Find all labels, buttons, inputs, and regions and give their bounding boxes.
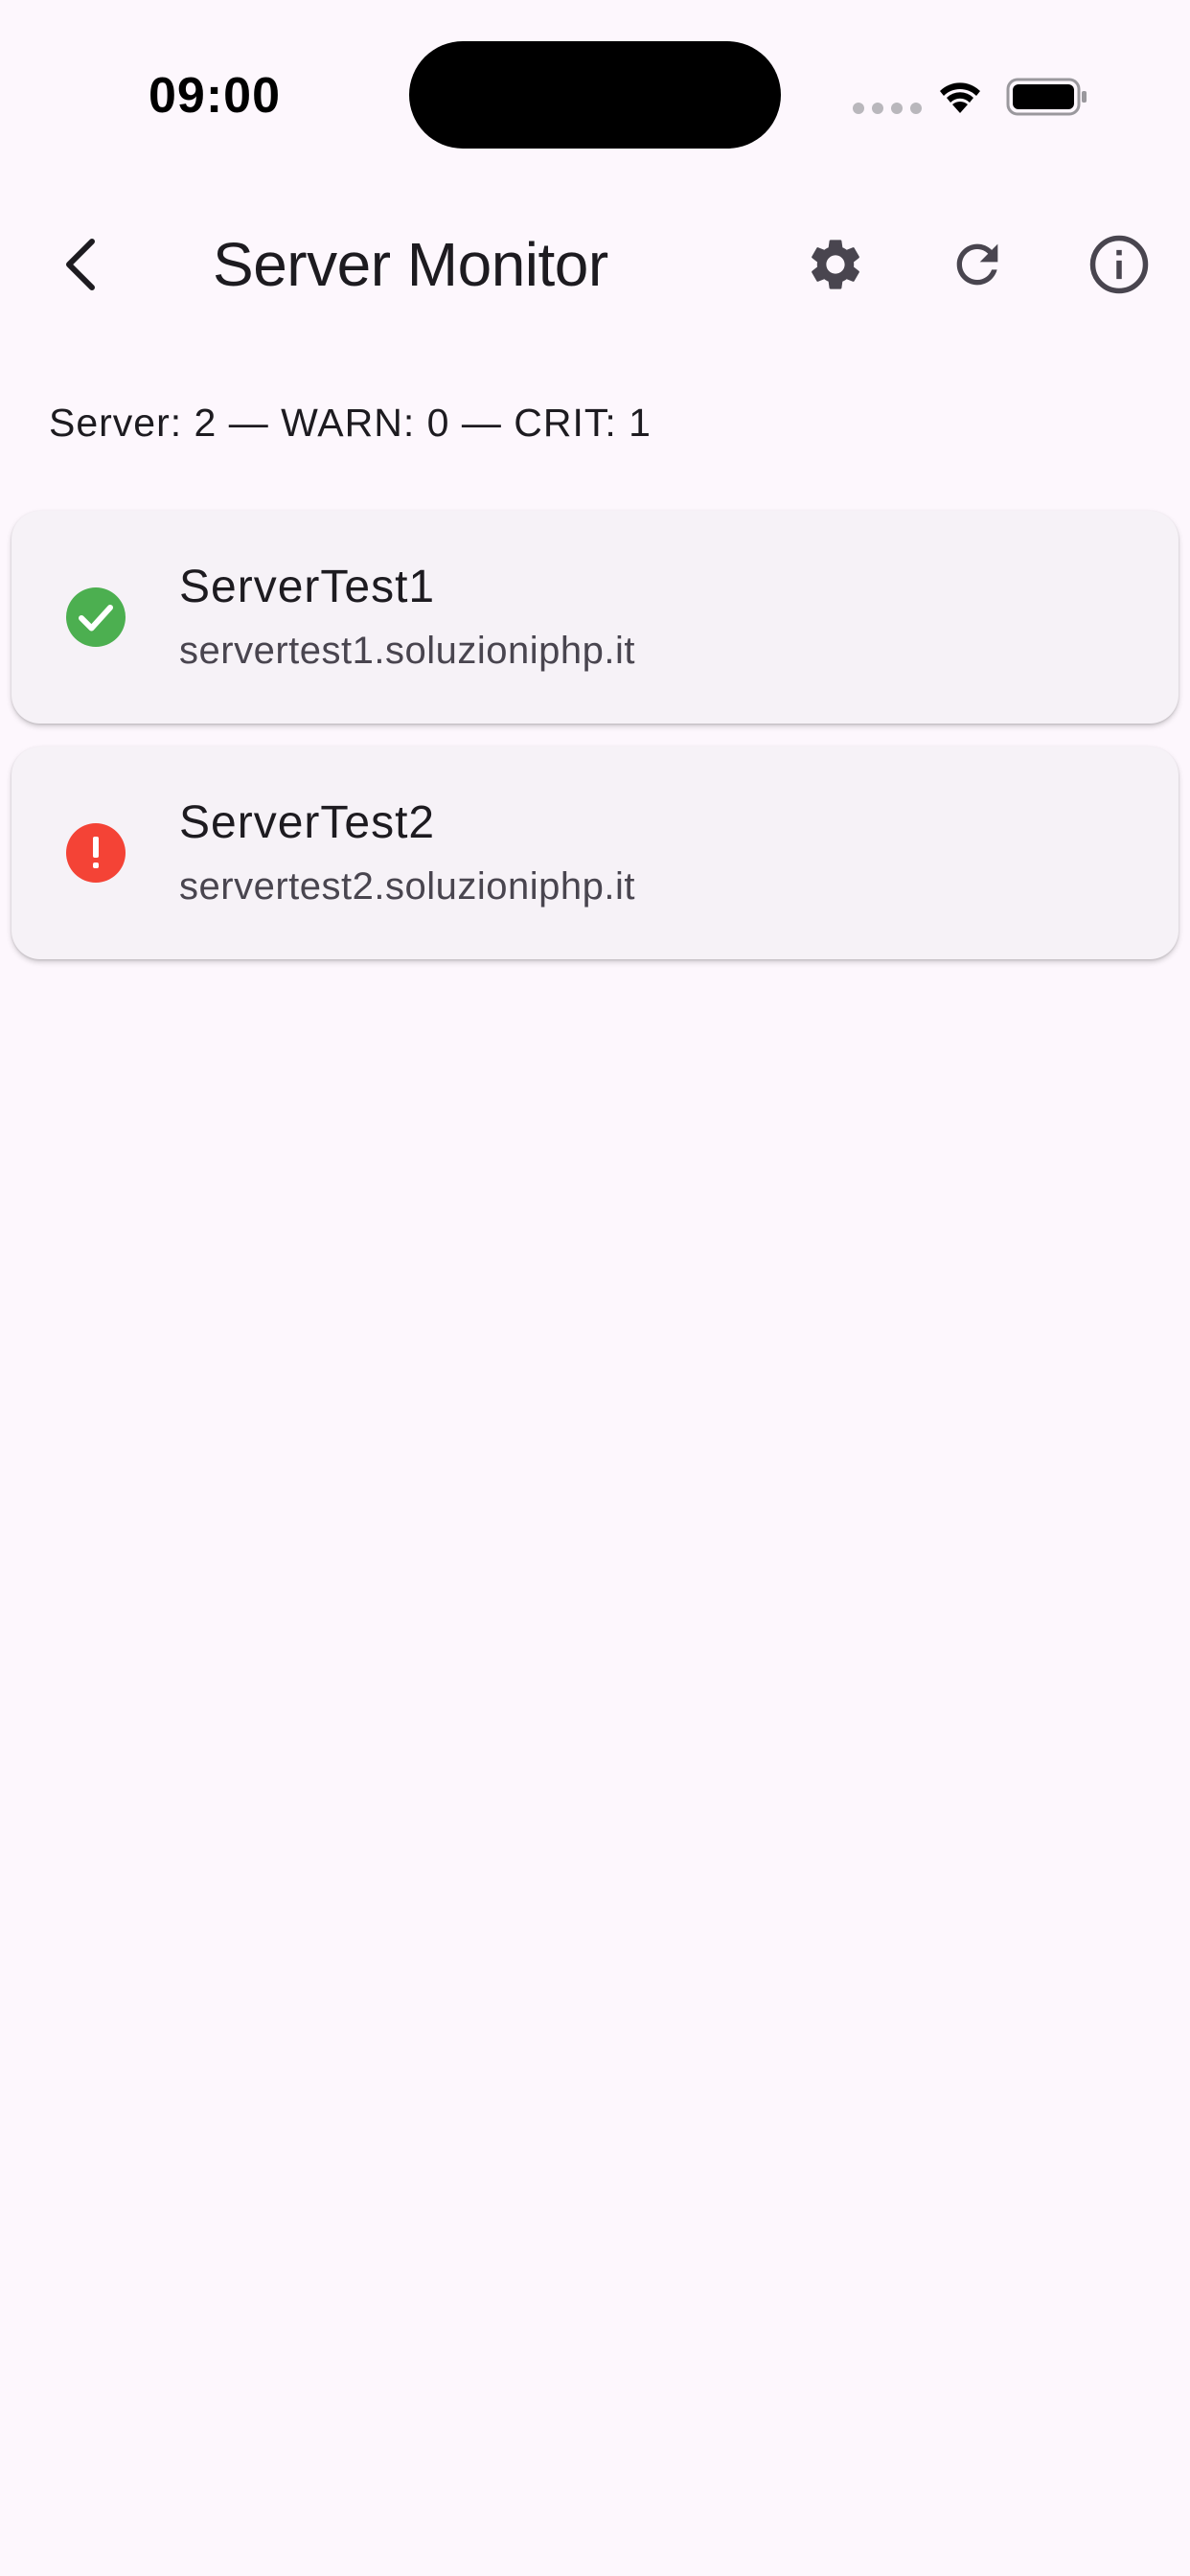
server-name: ServerTest1 [179,562,436,612]
refresh-button[interactable] [929,217,1025,312]
server-card[interactable]: ServerTest2 servertest2.soluzioniphp.it [11,747,1179,959]
check-circle-icon [65,586,126,648]
server-list: ServerTest1 servertest1.soluzioniphp.it … [11,511,1179,982]
gear-icon [812,240,859,289]
info-icon [1089,235,1149,294]
settings-button[interactable] [788,217,883,312]
page-title: Server Monitor [213,230,608,299]
server-host: servertest1.soluzioniphp.it [179,630,635,672]
server-host: servertest2.soluzioniphp.it [179,865,635,908]
wifi-icon [934,77,986,120]
refresh-icon [956,243,998,286]
server-summary: Server: 2 — WARN: 0 — CRIT: 1 [49,401,652,445]
error-icon [65,822,126,884]
app-bar: Server Monitor [0,206,1190,323]
cellular-signal-icon [853,103,922,114]
info-button[interactable] [1071,217,1167,312]
status-bar: 09:00 [0,0,1190,192]
dynamic-island [409,41,781,149]
chevron-left-icon [66,239,95,290]
status-time: 09:00 [149,68,281,124]
back-button[interactable] [34,217,130,312]
server-name: ServerTest2 [179,797,436,848]
server-card[interactable]: ServerTest1 servertest1.soluzioniphp.it [11,511,1179,724]
battery-icon [1006,77,1088,122]
